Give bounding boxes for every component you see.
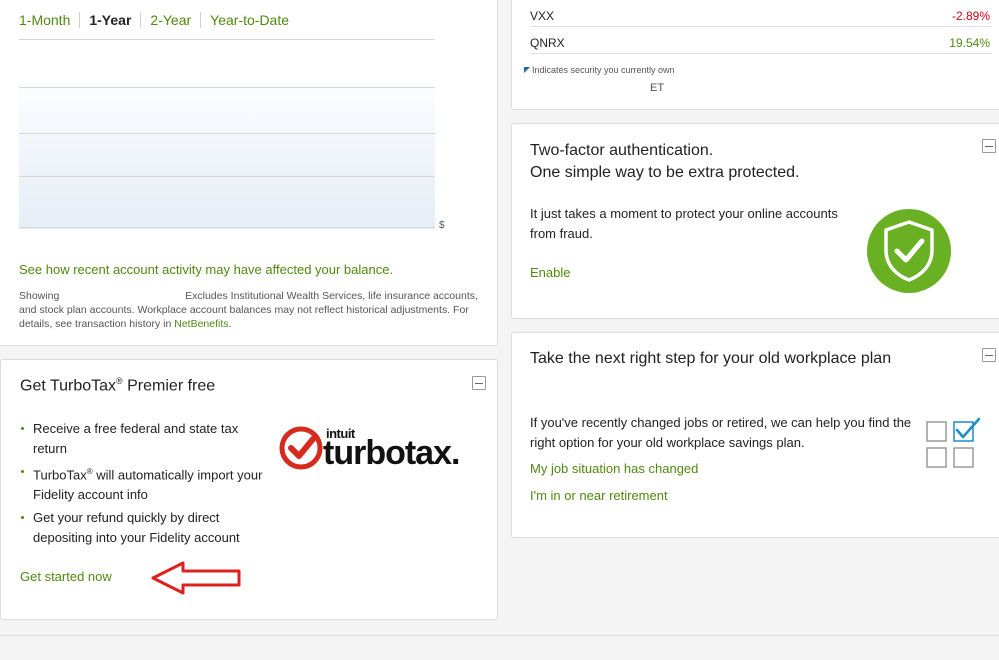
tab-year-to-date[interactable]: Year-to-Date: [200, 12, 298, 28]
netbenefits-link[interactable]: NetBenefits: [174, 318, 228, 330]
account-activity-link[interactable]: See how recent account activity may have…: [19, 262, 393, 277]
list-item: Receive a free federal and state tax ret…: [20, 419, 275, 458]
percent-change: -2.89%: [951, 9, 990, 23]
turbotax-logo: intuit turbotax.: [279, 426, 479, 474]
disclaimer-prefix: Showing: [19, 290, 60, 302]
two-factor-title-line1: Two-factor authentication.: [530, 142, 714, 159]
page-divider: [0, 635, 999, 636]
turbotax-check-icon: [279, 426, 323, 470]
chart-gridline: [19, 133, 435, 134]
old-workplace-description: If you've recently changed jobs or retir…: [530, 415, 912, 450]
chart-gridline: [19, 39, 435, 40]
chart-axis-label: $: [439, 220, 445, 231]
list-item: TurboTax® will automatically import your…: [20, 462, 275, 504]
turbotax-benefits-list: Receive a free federal and state tax ret…: [20, 419, 275, 551]
turbotax-title: Get TurboTax® Premier free: [20, 376, 215, 395]
timezone-label: ET: [650, 82, 665, 94]
collapse-icon[interactable]: [472, 376, 486, 390]
percent-change: 19.54%: [949, 36, 990, 50]
registered-mark: ®: [116, 376, 123, 386]
chart-gridline: [19, 227, 435, 228]
collapse-icon[interactable]: [982, 348, 996, 362]
balance-chart-area-fill: [19, 79, 435, 229]
turbotax-title-rest: Premier free: [122, 377, 216, 395]
two-factor-description: It just takes a moment to protect your o…: [530, 206, 838, 241]
symbol[interactable]: VXX: [530, 9, 554, 23]
two-factor-card: Two-factor authentication. One simple wa…: [511, 123, 999, 319]
balance-disclaimer: Showing Excludes Institutional Wealth Se…: [19, 289, 479, 331]
enable-link[interactable]: Enable: [530, 265, 570, 280]
tab-1-year[interactable]: 1-Year: [79, 12, 140, 28]
checkbox-grid-icon: [926, 417, 981, 468]
chart-gridline: [19, 176, 435, 177]
chart-gridline: [19, 87, 435, 88]
watchlist-card: VXX -2.89% QNRX 19.54% Indicates securit…: [511, 0, 999, 110]
shield-check-icon: [867, 209, 951, 293]
turbotax-card: Get TurboTax® Premier free Receive a fre…: [0, 359, 498, 620]
old-workplace-card: Take the next right step for your old wo…: [511, 332, 999, 538]
turbotax-title-text: Get TurboTax: [20, 377, 117, 395]
near-retirement-link[interactable]: I'm in or near retirement: [530, 488, 668, 503]
time-range-tabs: 1-Month 1-Year 2-Year Year-to-Date: [19, 12, 298, 28]
symbol[interactable]: QNRX: [530, 36, 565, 50]
two-factor-title: Two-factor authentication. One simple wa…: [530, 140, 799, 184]
get-started-link[interactable]: Get started now: [20, 569, 112, 584]
owned-note-text: Indicates security you currently own: [532, 65, 675, 75]
benefit-text-a: TurboTax: [33, 467, 87, 483]
list-item: Get your refund quickly by direct deposi…: [20, 508, 275, 547]
quote-timestamp: ET: [530, 82, 664, 94]
table-row[interactable]: QNRX 19.54%: [530, 28, 992, 54]
tab-1-month[interactable]: 1-Month: [19, 12, 79, 28]
table-row[interactable]: VXX -2.89%: [530, 1, 992, 27]
job-situation-link[interactable]: My job situation has changed: [530, 461, 698, 476]
owned-security-note: Indicates security you currently own: [524, 65, 675, 75]
turbotax-logo-text: turbotax.: [323, 434, 460, 472]
disclaimer-text: Excludes Institutional Wealth Services, …: [19, 290, 478, 330]
tab-2-year[interactable]: 2-Year: [140, 12, 200, 28]
red-arrow-annotation: [151, 561, 241, 595]
old-workplace-title: Take the next right step for your old wo…: [530, 350, 892, 367]
balance-chart: $: [19, 39, 477, 237]
balance-card: 1-Month 1-Year 2-Year Year-to-Date $ See…: [0, 0, 498, 346]
collapse-icon[interactable]: [982, 139, 996, 153]
two-factor-title-line2: One simple way to be extra protected.: [530, 164, 800, 181]
owned-marker-icon: [524, 67, 530, 73]
disclaimer-end: .: [228, 318, 232, 330]
